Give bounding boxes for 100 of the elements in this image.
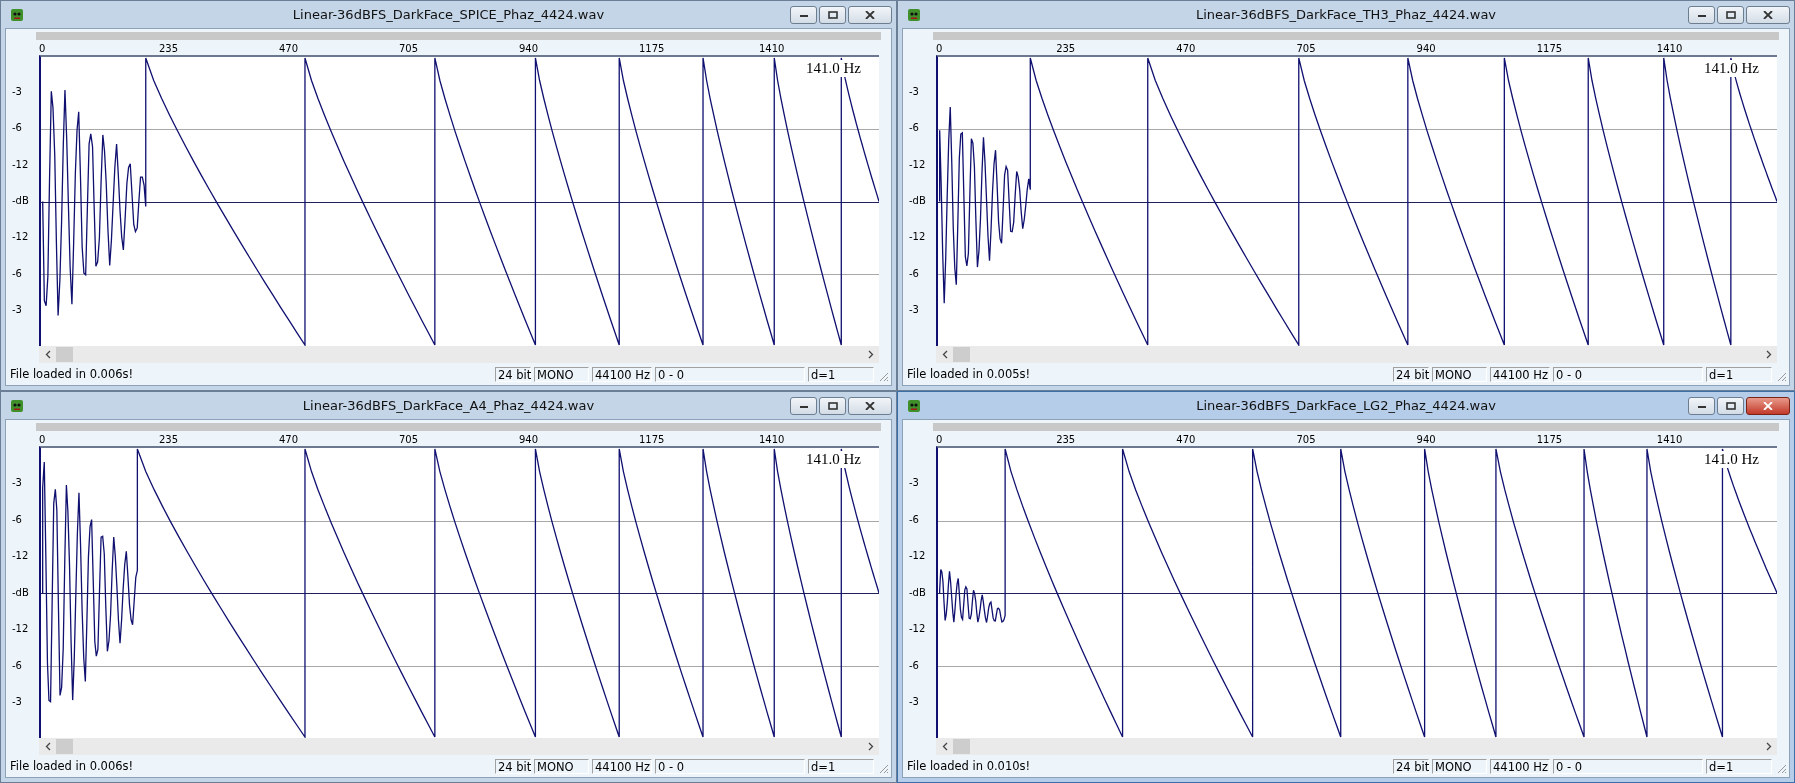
axis-label: -12 — [908, 157, 927, 172]
axis-label: -12 — [11, 230, 30, 245]
position-slider[interactable] — [36, 423, 881, 431]
position-slider[interactable] — [933, 32, 1779, 40]
axis-label: -3 — [908, 695, 920, 709]
scroll-thumb[interactable] — [56, 347, 73, 362]
horizontal-scrollbar[interactable] — [936, 346, 1777, 363]
close-icon — [1763, 401, 1773, 410]
chevron-left-icon — [941, 350, 948, 359]
zoom-field: d=1 — [808, 758, 874, 774]
chevron-right-icon — [867, 350, 874, 359]
ruler-label: 1175 — [1536, 433, 1564, 446]
horizontal-scrollbar[interactable] — [39, 346, 879, 363]
ruler-label: 470 — [279, 433, 300, 446]
axis-label: -3 — [11, 84, 23, 99]
ruler-label: 470 — [279, 42, 300, 55]
axis-label: -3 — [908, 303, 920, 318]
close-button[interactable] — [848, 396, 892, 415]
minimize-button[interactable] — [790, 396, 817, 415]
frequency-label: 141.0 Hz — [806, 60, 861, 77]
resize-grip-icon[interactable] — [1775, 370, 1787, 382]
bit-depth-field: 24 bit — [1393, 758, 1429, 774]
horizontal-scrollbar[interactable] — [39, 738, 879, 755]
position-slider[interactable] — [36, 32, 881, 40]
axis-label: -12 — [908, 549, 927, 563]
ruler-label: 705 — [1296, 433, 1317, 446]
frequency-label: 141.0 Hz — [806, 451, 861, 468]
close-button[interactable] — [1746, 396, 1790, 415]
maximize-button[interactable] — [1717, 5, 1744, 24]
maximize-button[interactable] — [819, 396, 846, 415]
status-text: File loaded in 0.010s! — [907, 759, 1032, 773]
zoom-field: d=1 — [1706, 758, 1772, 774]
maximize-icon — [1725, 401, 1736, 410]
ruler-label: 0 — [39, 433, 47, 446]
minimize-button[interactable] — [1688, 5, 1715, 24]
minimize-button[interactable] — [1688, 396, 1715, 415]
creature-icon — [9, 6, 25, 23]
zoom-field: d=1 — [808, 366, 874, 382]
bit-depth-field: 24 bit — [495, 366, 531, 382]
maximize-icon — [827, 10, 838, 19]
resize-grip-icon[interactable] — [877, 762, 889, 774]
frequency-label: 141.0 Hz — [1704, 60, 1759, 77]
chevron-right-icon — [867, 742, 874, 751]
sample-rate-field: 44100 Hz — [1490, 366, 1550, 382]
axis-label: -dB — [908, 194, 927, 208]
bit-depth-field: 24 bit — [1393, 366, 1429, 382]
sample-rate-field: 44100 Hz — [592, 758, 652, 774]
channels-field: MONO — [534, 366, 589, 382]
ruler-label: 940 — [1416, 42, 1437, 55]
status-text: File loaded in 0.005s! — [907, 367, 1032, 381]
ruler-label: 235 — [159, 433, 180, 446]
close-button[interactable] — [1746, 5, 1790, 24]
resize-grip-icon[interactable] — [1775, 762, 1787, 774]
chevron-left-icon — [44, 742, 51, 751]
maximize-button[interactable] — [819, 5, 846, 24]
frequency-label: 141.0 Hz — [1704, 451, 1759, 468]
scroll-thumb[interactable] — [56, 739, 73, 754]
creature-icon — [906, 6, 922, 23]
close-icon — [865, 401, 875, 410]
axis-label: -12 — [908, 622, 927, 636]
ruler-label: 1410 — [1656, 42, 1684, 55]
axis-label: -6 — [11, 658, 23, 673]
ruler-label: 705 — [1296, 42, 1317, 55]
axis-label: -6 — [11, 121, 23, 136]
ruler-label: 705 — [399, 42, 420, 55]
channels-field: MONO — [1432, 366, 1487, 382]
creature-icon — [9, 397, 25, 414]
ruler-label: 1175 — [639, 433, 666, 446]
range-field: 0 - 0 — [655, 758, 805, 774]
ruler-label: 1410 — [759, 433, 786, 446]
axis-label: -dB — [908, 585, 927, 600]
axis-label: -12 — [908, 230, 927, 245]
close-button[interactable] — [848, 5, 892, 24]
ruler-label: 235 — [1056, 433, 1077, 446]
position-slider[interactable] — [933, 423, 1779, 431]
window-title: Linear-36dBFS_DarkFace_LG2_Phaz_4424.wav — [1196, 398, 1496, 413]
minimize-button[interactable] — [790, 5, 817, 24]
ruler-label: 1175 — [639, 42, 666, 55]
axis-label: -6 — [908, 658, 920, 673]
chevron-left-icon — [44, 350, 51, 359]
ruler-label: 1175 — [1536, 42, 1564, 55]
range-field: 0 - 0 — [655, 366, 805, 382]
axis-label: -12 — [11, 622, 30, 636]
resize-grip-icon[interactable] — [877, 370, 889, 382]
chevron-right-icon — [1765, 350, 1772, 359]
sample-rate-field: 44100 Hz — [1490, 758, 1550, 774]
creature-icon — [906, 397, 922, 414]
ruler-label: 940 — [1416, 433, 1437, 446]
axis-label: -3 — [11, 303, 23, 318]
horizontal-scrollbar[interactable] — [936, 738, 1777, 755]
axis-label: -6 — [11, 512, 23, 527]
axis-label: -3 — [908, 84, 920, 99]
scroll-thumb[interactable] — [953, 739, 970, 754]
axis-label: -3 — [11, 476, 23, 490]
ruler-label: 235 — [1056, 42, 1077, 55]
status-text: File loaded in 0.006s! — [10, 759, 135, 773]
maximize-button[interactable] — [1717, 396, 1744, 415]
window-title: Linear-36dBFS_DarkFace_TH3_Phaz_4424.wav — [1195, 7, 1497, 22]
scroll-thumb[interactable] — [953, 347, 970, 362]
ruler-label: 470 — [1176, 433, 1197, 446]
